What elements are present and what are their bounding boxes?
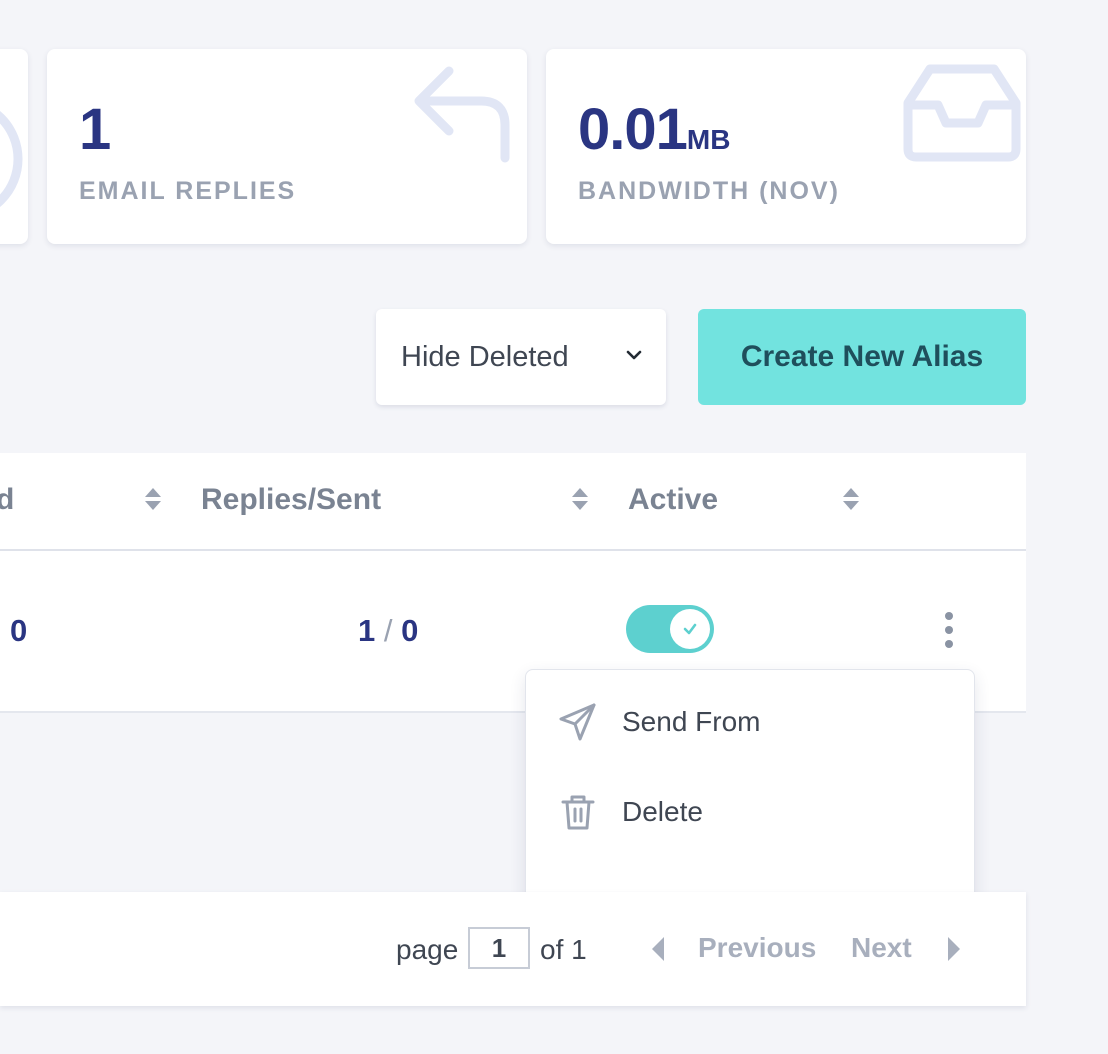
deleted-filter-select[interactable]: Hide Deleted (376, 309, 666, 405)
menu-item-label: Send From (622, 706, 761, 737)
trash-icon (561, 795, 595, 830)
sort-icon[interactable] (143, 486, 163, 512)
create-new-alias-button[interactable]: Create New Alias (698, 309, 1026, 405)
menu-item-label: Delete (622, 796, 703, 827)
column-header-active[interactable]: Active (628, 483, 718, 517)
active-toggle[interactable] (626, 605, 714, 653)
row-actions-menu: Send From Delete (525, 669, 975, 911)
page-number-input[interactable] (468, 927, 530, 969)
sort-icon[interactable] (570, 486, 590, 512)
chevron-right-icon[interactable] (946, 936, 962, 962)
replies-sent-value: 1 / 0 (358, 613, 418, 649)
stat-card-bandwidth: 0.01MB BANDWIDTH (NOV) (546, 49, 1026, 244)
reply-arrow-icon (414, 66, 510, 163)
chevron-down-icon (626, 350, 642, 360)
stat-value: 1 (79, 97, 111, 162)
column-header-replies-sent[interactable]: Replies/Sent (201, 483, 381, 517)
toggle-knob (670, 609, 710, 649)
chevron-left-icon[interactable] (650, 936, 666, 962)
page-label: page (396, 934, 459, 965)
menu-item-send-from[interactable]: Send From (526, 684, 974, 764)
stat-label: EMAIL REPLIES (79, 177, 297, 205)
sent-count: 0 (401, 613, 419, 648)
pagination-bar: page of 1 Previous Next (0, 892, 1026, 1006)
previous-page-button[interactable]: Previous (698, 932, 816, 964)
inbox-tray-icon (903, 64, 1021, 162)
page-total-label: of 1 (540, 934, 587, 965)
more-options-icon[interactable] (936, 611, 962, 651)
menu-item-delete[interactable]: Delete (526, 774, 974, 854)
stat-card-email-replies: 1 EMAIL REPLIES (47, 49, 527, 244)
column-header-blocked[interactable]: d (0, 483, 14, 517)
blocked-count: 0 (10, 613, 28, 648)
stat-circle-icon (0, 110, 23, 208)
stat-unit: MB (686, 124, 731, 155)
stat-card-partial (0, 49, 28, 244)
stat-label: BANDWIDTH (NOV) (578, 177, 840, 205)
send-paper-plane-icon (559, 703, 596, 741)
stat-value: 0.01MB (578, 97, 731, 162)
next-page-button[interactable]: Next (851, 932, 912, 964)
check-icon (683, 623, 697, 635)
table-header-row: d Replies/Sent Active (0, 453, 1026, 551)
deleted-filter-value: Hide Deleted (401, 340, 569, 373)
sort-icon[interactable] (841, 486, 861, 512)
replies-count: 1 (358, 613, 376, 648)
replies-sent-separator: / (383, 613, 393, 648)
